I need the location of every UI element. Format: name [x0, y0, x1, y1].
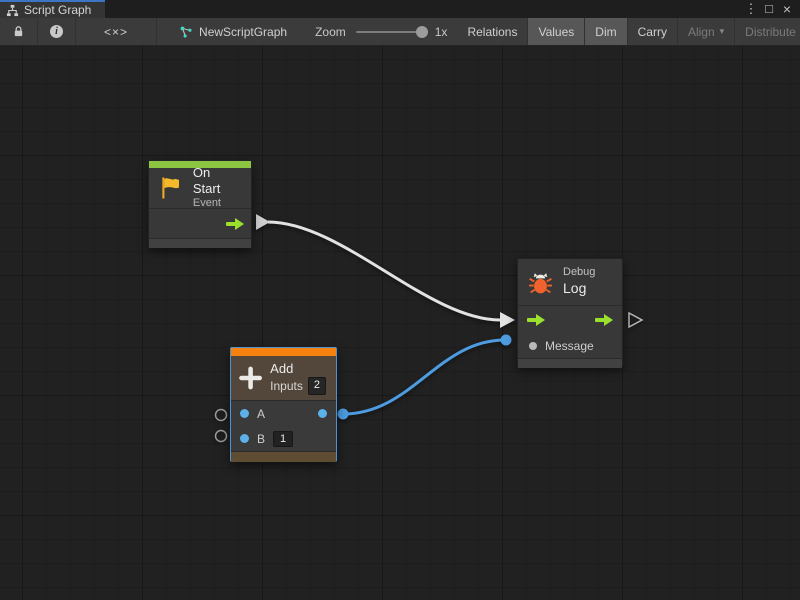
debug-log-title: Log — [563, 280, 595, 298]
sum-out-port[interactable] — [318, 409, 327, 418]
port-b-value-field[interactable]: 1 — [273, 431, 293, 447]
zoom-label: Zoom — [315, 25, 346, 39]
debug-log-footer — [518, 359, 622, 368]
toolbar-right-group: Relations Values Dim Carry Align ▾ Distr… — [457, 18, 800, 45]
add-header[interactable]: Add Inputs 2 — [231, 356, 336, 400]
zoom-value: 1x — [435, 25, 448, 39]
zoom-control: Zoom 1x — [315, 18, 447, 45]
script-graph-asset-icon — [179, 25, 193, 39]
port-b-in[interactable] — [240, 434, 249, 443]
on-start-subtitle: Event — [193, 197, 241, 211]
message-port-label: Message — [545, 339, 594, 353]
add-footer — [231, 452, 336, 462]
distribute-button[interactable]: Distribute ▾ — [735, 18, 800, 45]
wires-layer — [0, 46, 800, 600]
inspect-button[interactable]: i — [38, 18, 76, 45]
graph-toolbar: i <×> NewScriptGraph Zoom 1x Relations V — [0, 18, 800, 46]
wire-value-add-to-log[interactable] — [343, 340, 505, 414]
flow-out-port-icon[interactable] — [225, 218, 245, 230]
wire-flow-onstart-to-log[interactable] — [268, 222, 500, 320]
script-graph-window: Script Graph ⋮ □ × i <×> NewScrip — [0, 0, 800, 600]
zoom-slider-handle[interactable] — [416, 26, 428, 38]
add-port-row-b: B 1 — [231, 426, 336, 451]
graph-tab-icon — [6, 4, 19, 17]
port-b-label: B — [257, 432, 265, 446]
add-port-a-indicator-icon[interactable] — [216, 410, 227, 421]
chevron-down-icon: ▾ — [720, 26, 725, 37]
carry-button[interactable]: Carry — [628, 18, 678, 45]
message-in-port[interactable] — [529, 342, 537, 350]
window-menu-icon[interactable]: ⋮ — [742, 0, 760, 18]
add-title: Add — [270, 361, 326, 377]
distribute-label: Distribute — [745, 25, 796, 39]
add-port-b-indicator-icon[interactable] — [216, 431, 227, 442]
add-inputs-label: Inputs — [270, 379, 303, 394]
add-titles: Add Inputs 2 — [270, 361, 326, 395]
titlebar-spacer — [105, 0, 742, 18]
edit-code-button[interactable]: <×> — [76, 18, 157, 45]
log-message-in-connector-icon[interactable] — [501, 335, 512, 346]
window-close-icon[interactable]: × — [778, 0, 796, 18]
on-start-flow-row — [149, 209, 251, 238]
align-button[interactable]: Align ▾ — [678, 18, 735, 45]
graph-asset-button[interactable]: NewScriptGraph — [169, 18, 297, 45]
node-debug-log[interactable]: Debug Log Message — [517, 258, 623, 367]
add-inputs-count-field[interactable]: 2 — [308, 377, 326, 395]
lock-button[interactable] — [0, 18, 38, 45]
tab-title: Script Graph — [24, 3, 91, 17]
wire-flow-arrowhead-icon — [500, 312, 515, 328]
log-flow-out-indicator-icon[interactable] — [629, 313, 642, 327]
debug-log-titles: Debug Log — [563, 266, 595, 297]
on-start-header[interactable]: On Start Event — [149, 168, 251, 208]
debug-log-message-row: Message — [518, 334, 622, 358]
add-inputs-line: Inputs 2 — [270, 377, 326, 395]
node-add[interactable]: Add Inputs 2 A B 1 — [230, 347, 337, 462]
graph-name-label: NewScriptGraph — [199, 25, 287, 39]
debug-log-flow-row — [518, 306, 622, 334]
align-label: Align — [688, 25, 715, 39]
tab-script-graph[interactable]: Script Graph — [0, 0, 105, 18]
dim-button[interactable]: Dim — [585, 18, 627, 45]
on-start-footer — [149, 239, 251, 248]
add-sum-out-connector-icon[interactable] — [338, 409, 349, 420]
zoom-slider[interactable] — [356, 18, 428, 46]
flow-out-port-icon[interactable] — [594, 314, 614, 326]
debug-log-surtitle: Debug — [563, 266, 595, 280]
graph-canvas[interactable]: On Start Event — [0, 46, 800, 600]
info-icon: i — [50, 25, 63, 38]
on-start-titles: On Start Event — [193, 165, 241, 211]
relations-button[interactable]: Relations — [457, 18, 528, 45]
bug-icon — [527, 269, 554, 296]
onstart-flow-out-connector-icon[interactable] — [256, 214, 270, 230]
port-a-in[interactable] — [240, 409, 249, 418]
flag-icon — [158, 175, 184, 201]
debug-log-header[interactable]: Debug Log — [518, 259, 622, 305]
add-port-row-a: A — [231, 401, 336, 426]
window-maximize-icon[interactable]: □ — [760, 0, 778, 18]
flow-in-port-icon[interactable] — [526, 314, 546, 326]
lock-icon — [12, 25, 25, 38]
port-a-label: A — [257, 407, 265, 421]
values-button[interactable]: Values — [528, 18, 585, 45]
plus-icon — [239, 363, 262, 393]
code-icon: <×> — [104, 25, 128, 39]
window-titlebar: Script Graph ⋮ □ × — [0, 0, 800, 18]
on-start-title: On Start — [193, 165, 241, 198]
add-accent-bar — [231, 348, 336, 356]
node-on-start[interactable]: On Start Event — [148, 160, 252, 248]
